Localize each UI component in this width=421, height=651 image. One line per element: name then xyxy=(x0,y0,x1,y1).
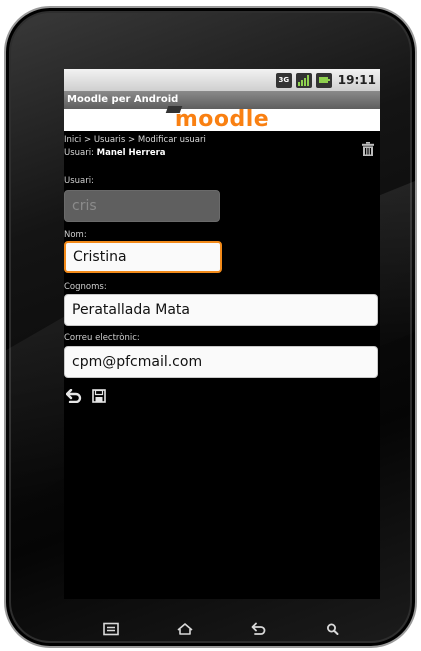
menu-icon[interactable] xyxy=(102,621,120,636)
logo-text: moodle xyxy=(174,107,270,132)
first-name-value: Cristina xyxy=(73,249,127,265)
form-actions xyxy=(65,388,108,404)
breadcrumb: Inici > Usuaris > Modificar usuari xyxy=(64,135,206,145)
first-name-field[interactable]: Cristina xyxy=(64,241,222,273)
trash-icon[interactable] xyxy=(362,141,374,156)
3g-icon: 3G xyxy=(275,72,292,88)
graduation-cap-icon xyxy=(165,106,183,113)
status-bar: 3G 19:11 xyxy=(64,69,380,91)
last-name-value: Peratallada Mata xyxy=(72,302,190,318)
network-type-text: 3G xyxy=(278,76,290,84)
last-name-label: Cognoms: xyxy=(64,282,107,292)
email-label: Correu electrònic: xyxy=(64,333,140,343)
username-label: Usuari: xyxy=(64,176,94,186)
last-name-field[interactable]: Peratallada Mata xyxy=(64,294,378,326)
email-value: cpm@pfcmail.com xyxy=(72,354,203,370)
back-icon[interactable] xyxy=(250,621,268,635)
current-user-line: Usuari: Manel Herrera xyxy=(64,148,166,158)
save-icon[interactable] xyxy=(92,388,108,403)
user-prefix: Usuari: xyxy=(64,148,97,158)
clock: 19:11 xyxy=(337,73,376,87)
search-icon[interactable] xyxy=(324,621,342,635)
system-nav-bar xyxy=(102,618,342,638)
email-field[interactable]: cpm@pfcmail.com xyxy=(64,346,378,378)
user-name: Manel Herrera xyxy=(96,148,166,158)
battery-icon xyxy=(315,72,332,88)
device-screen: 3G 19:11 Moodle per Android moodle Inici… xyxy=(64,69,380,599)
tablet-device-frame: 3G 19:11 Moodle per Android moodle Inici… xyxy=(4,6,417,648)
home-icon[interactable] xyxy=(176,621,194,635)
username-value: cris xyxy=(72,198,97,214)
back-icon[interactable] xyxy=(65,388,82,404)
signal-icon xyxy=(295,72,312,88)
username-field[interactable]: cris xyxy=(64,190,220,222)
first-name-label: Nom: xyxy=(64,230,87,240)
logo-banner: moodle xyxy=(64,106,380,132)
moodle-logo: moodle xyxy=(165,106,270,132)
app-title: Moodle per Android xyxy=(67,94,179,105)
